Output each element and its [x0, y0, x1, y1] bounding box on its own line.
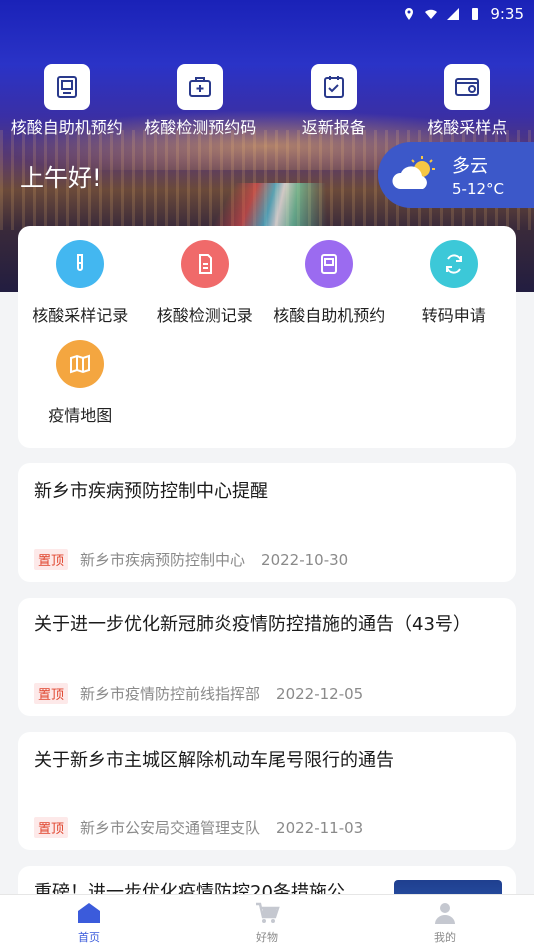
refresh-icon: [445, 254, 462, 274]
shopping-cart-icon: [256, 902, 280, 923]
cloud-sun-icon: [392, 156, 435, 189]
pinned-badge: 置顶: [34, 549, 69, 570]
news-title: 关于新乡市主城区解除机动车尾号限行的通告: [34, 750, 394, 771]
shortcut-test-appointment-code[interactable]: 核酸检测预约码: [134, 64, 268, 138]
tab-label: 首页: [78, 930, 100, 944]
service-kiosk-appointment[interactable]: 核酸自助机预约: [267, 240, 392, 340]
pinned-badge: 置顶: [34, 683, 69, 704]
tab-goods[interactable]: 好物: [178, 895, 356, 950]
shortcut-label: 核酸自助机预约: [10, 118, 123, 137]
news-title: 关于进一步优化新冠肺炎疫情防控措施的通告（43号）: [34, 614, 471, 635]
map-icon: [70, 354, 91, 374]
service-test-record[interactable]: 核酸检测记录: [143, 240, 268, 340]
shortcut-sampling-point[interactable]: 核酸采样点: [401, 64, 534, 138]
news-date: 2022-12-05: [276, 684, 364, 703]
wifi-icon: [425, 9, 438, 19]
service-label: 转码申请: [421, 306, 486, 325]
bottom-tab-bar: 首页 好物 我的: [0, 894, 534, 950]
shortcut-label: 核酸采样点: [427, 118, 508, 137]
shortcut-return-report[interactable]: 返新报备: [267, 64, 401, 138]
location-icon: [405, 8, 414, 20]
news-source: 新乡市疫情防控前线指挥部: [80, 685, 261, 703]
weather-widget[interactable]: 多云 5-12°C: [378, 142, 534, 208]
medical-kit-icon: [189, 77, 212, 97]
tab-mine[interactable]: 我的: [356, 895, 534, 950]
pinned-badge: 置顶: [34, 817, 69, 838]
news-title: 新乡市疾病预防控制中心提醒: [34, 481, 268, 502]
service-sampling-record[interactable]: 核酸采样记录: [18, 240, 143, 340]
service-epidemic-map[interactable]: 疫情地图: [18, 340, 143, 440]
kiosk-icon: [56, 76, 77, 98]
weather-temp: 5-12°C: [452, 180, 505, 198]
news-card[interactable]: 关于进一步优化新冠肺炎疫情防控措施的通告（43号） 置顶 新乡市疫情防控前线指挥…: [18, 598, 516, 716]
weather-condition: 多云: [452, 156, 488, 177]
user-icon: [435, 902, 455, 924]
services-panel: 核酸采样记录 核酸检测记录 核酸自助机预约 转码申请 疫情地图: [18, 226, 516, 448]
location-card-icon: [455, 78, 480, 96]
home-icon: [78, 902, 100, 923]
document-icon: [198, 254, 212, 274]
news-source: 新乡市疾病预防控制中心: [80, 551, 246, 569]
tab-label: 我的: [434, 930, 456, 944]
news-source: 新乡市公安局交通管理支队: [80, 819, 261, 837]
status-bar: 9:35: [402, 0, 534, 28]
service-label: 核酸采样记录: [32, 306, 129, 325]
kiosk-icon: [321, 254, 338, 274]
service-label: 疫情地图: [48, 406, 113, 425]
news-date: 2022-11-03: [276, 818, 364, 837]
shortcut-label: 返新报备: [301, 118, 366, 137]
status-time: 9:35: [490, 5, 524, 23]
greeting: 上午好!: [20, 164, 102, 192]
news-card[interactable]: 关于新乡市主城区解除机动车尾号限行的通告 置顶 新乡市公安局交通管理支队 202…: [18, 732, 516, 850]
tab-label: 好物: [256, 930, 278, 944]
top-shortcuts: 核酸自助机预约 核酸检测预约码 返新报备 核酸采样点: [0, 64, 534, 138]
service-label: 核酸检测记录: [156, 306, 253, 325]
news-date: 2022-10-30: [261, 550, 349, 569]
tab-home[interactable]: 首页: [0, 895, 178, 950]
signal-icon: [447, 8, 460, 20]
battery-icon: [472, 8, 479, 20]
service-label: 核酸自助机预约: [273, 306, 386, 325]
shortcut-label: 核酸检测预约码: [144, 118, 257, 137]
test-tube-icon: [77, 254, 84, 271]
shortcut-kiosk-appointment[interactable]: 核酸自助机预约: [0, 64, 134, 138]
news-card[interactable]: 新乡市疾病预防控制中心提醒 置顶 新乡市疾病预防控制中心 2022-10-30: [18, 463, 516, 582]
service-code-transfer[interactable]: 转码申请: [392, 240, 517, 340]
clipboard-check-icon: [323, 76, 344, 98]
